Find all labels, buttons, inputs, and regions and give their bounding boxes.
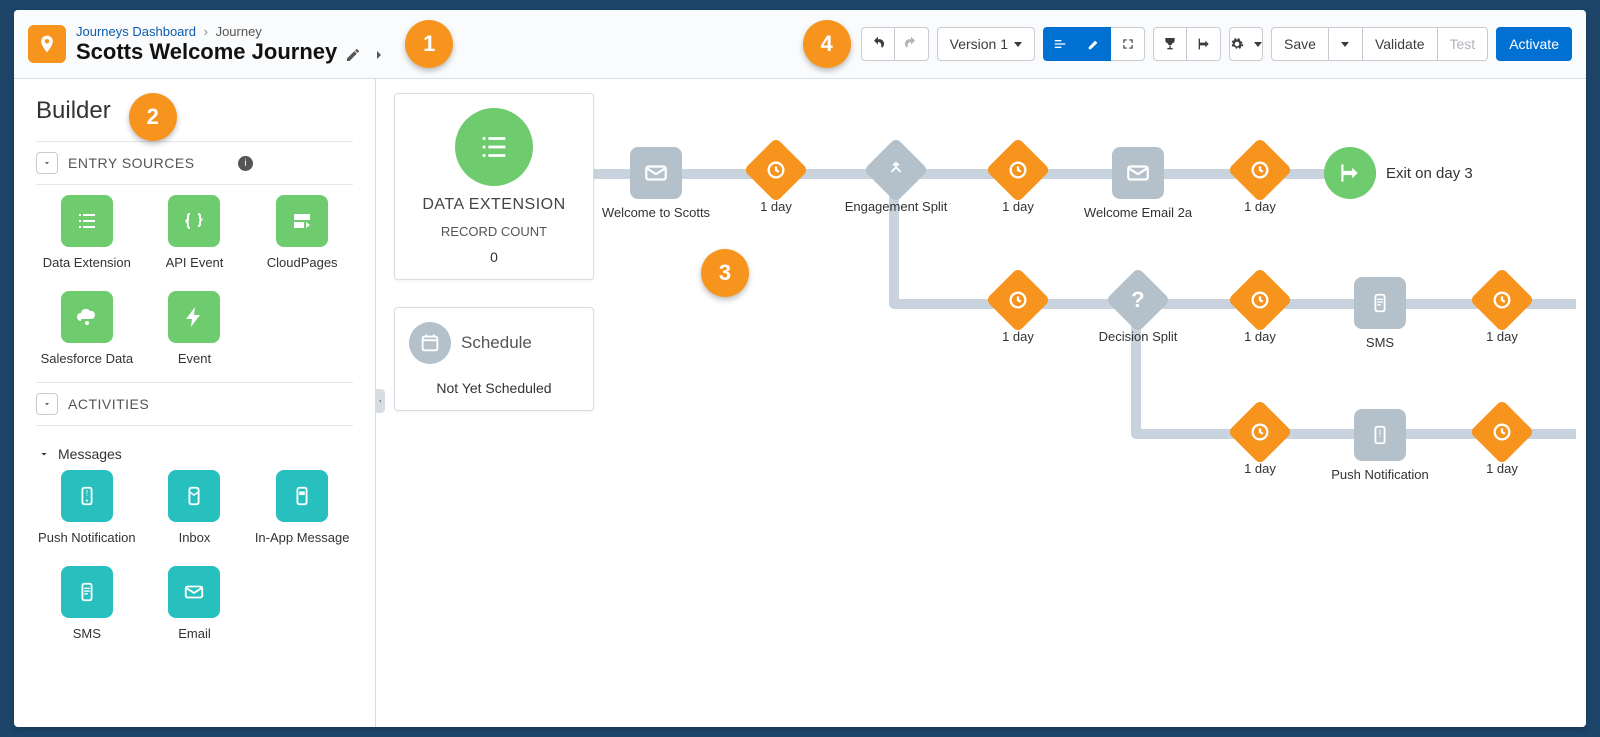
inapp-icon: [276, 470, 328, 522]
expand-button[interactable]: [1111, 27, 1145, 61]
clock-icon: [1469, 399, 1534, 464]
push-icon: !: [1354, 409, 1406, 461]
palette-api-event[interactable]: API Event: [144, 195, 246, 271]
palette-cloudpages[interactable]: CloudPages: [251, 195, 353, 271]
svg-text:!: !: [86, 489, 88, 498]
activities-toggle[interactable]: [36, 393, 58, 415]
edit-title-icon[interactable]: [345, 43, 363, 61]
breadcrumb-leaf: Journey: [216, 24, 262, 39]
goal-button[interactable]: [1153, 27, 1187, 61]
exit-icon: [1324, 147, 1376, 199]
exit-criteria-button[interactable]: [1187, 27, 1221, 61]
node-wait-3a[interactable]: 1 day: [1200, 147, 1320, 215]
email-icon: [168, 566, 220, 618]
activities-header: ACTIVITIES: [68, 396, 149, 412]
palette-email[interactable]: Email: [144, 566, 246, 642]
save-dropdown-button[interactable]: [1329, 27, 1363, 61]
email-icon: [1112, 147, 1164, 199]
builder-title: Builder: [36, 97, 111, 125]
lightning-icon: [168, 291, 220, 343]
email-icon: [630, 147, 682, 199]
node-decision-split[interactable]: ? Decision Split: [1078, 277, 1198, 345]
node-wait-3c[interactable]: 1 day: [1200, 409, 1320, 477]
entry-sources-toggle[interactable]: [36, 152, 58, 174]
exit-label: Exit on day 3: [1386, 165, 1473, 182]
svg-text:!: !: [1378, 428, 1381, 440]
info-icon[interactable]: i: [238, 156, 253, 171]
view-mode-flow-button[interactable]: [1043, 27, 1077, 61]
inbox-icon: [168, 470, 220, 522]
palette-salesforce-data[interactable]: Salesforce Data: [36, 291, 138, 367]
settings-dropdown[interactable]: [1229, 27, 1263, 61]
clock-icon: [985, 137, 1050, 202]
chevron-down-icon: [1014, 42, 1022, 47]
annotation-4: 4: [803, 20, 851, 68]
node-wait-1[interactable]: 1 day: [716, 147, 836, 215]
test-button[interactable]: Test: [1438, 27, 1489, 61]
validate-button[interactable]: Validate: [1363, 27, 1438, 61]
engagement-split-icon: [863, 137, 928, 202]
node-push[interactable]: ! Push Notification: [1320, 409, 1440, 483]
clock-icon: [1227, 267, 1292, 332]
node-engagement-split[interactable]: Engagement Split: [836, 147, 956, 215]
clock-icon: [1227, 399, 1292, 464]
palette-push[interactable]: ! Push Notification: [36, 470, 138, 546]
node-sms[interactable]: SMS: [1320, 277, 1440, 351]
clock-icon: [985, 267, 1050, 332]
chevron-right-icon[interactable]: [371, 43, 389, 61]
palette-inbox[interactable]: Inbox: [144, 470, 246, 546]
node-email-2a[interactable]: Welcome Email 2a: [1078, 147, 1198, 221]
decision-split-icon: ?: [1105, 267, 1170, 332]
annotation-3: 3: [701, 249, 749, 297]
chevron-down-icon: [1341, 42, 1349, 47]
braces-icon: [168, 195, 220, 247]
edit-mode-button[interactable]: [1077, 27, 1111, 61]
list-icon: [61, 195, 113, 247]
sms-icon: [61, 566, 113, 618]
save-button[interactable]: Save: [1271, 27, 1329, 61]
journey-canvas[interactable]: DATA EXTENSION RECORD COUNT 0 Schedule N…: [376, 79, 1586, 727]
clock-icon: [1469, 267, 1534, 332]
cloudpages-icon: [276, 195, 328, 247]
page-title: Scotts Welcome Journey: [76, 39, 337, 65]
messages-toggle[interactable]: Messages: [36, 436, 353, 470]
palette-event[interactable]: Event: [144, 291, 246, 367]
calendar-icon: [409, 322, 451, 364]
clock-icon: [1227, 137, 1292, 202]
node-email-welcome[interactable]: Welcome to Scotts: [596, 147, 716, 221]
schedule-card[interactable]: Schedule Not Yet Scheduled: [394, 307, 594, 411]
breadcrumb-root-link[interactable]: Journeys Dashboard: [76, 24, 196, 39]
node-wait-2b[interactable]: 1 day: [958, 277, 1078, 345]
undo-button[interactable]: [861, 27, 895, 61]
node-wait-2a[interactable]: 1 day: [958, 147, 1078, 215]
cloud-icon: [61, 291, 113, 343]
annotation-2: 2: [129, 93, 177, 141]
collapse-sidebar-button[interactable]: [376, 389, 385, 413]
builder-sidebar: Builder 2 ENTRY SOURCES i Data Extension: [14, 79, 376, 727]
node-wait-3b[interactable]: 1 day: [1200, 277, 1320, 345]
sms-icon: [1354, 277, 1406, 329]
palette-data-extension[interactable]: Data Extension: [36, 195, 138, 271]
activate-button[interactable]: Activate: [1496, 27, 1572, 61]
clock-icon: [743, 137, 808, 202]
entry-source-card[interactable]: DATA EXTENSION RECORD COUNT 0: [394, 93, 594, 280]
palette-inapp[interactable]: In-App Message: [251, 470, 353, 546]
push-icon: !: [61, 470, 113, 522]
breadcrumb: Journeys Dashboard › Journey Scotts Welc…: [76, 24, 389, 65]
node-exit[interactable]: [1320, 147, 1380, 199]
palette-sms[interactable]: SMS: [36, 566, 138, 642]
annotation-1: 1: [405, 20, 453, 68]
node-wait-4b[interactable]: 1 day: [1442, 277, 1562, 345]
list-icon: [455, 108, 533, 186]
journey-icon: [28, 25, 66, 63]
node-wait-4c[interactable]: 1 day: [1442, 409, 1562, 477]
entry-sources-header: ENTRY SOURCES: [68, 155, 195, 171]
redo-button[interactable]: [895, 27, 929, 61]
chevron-down-icon: [1254, 42, 1262, 47]
version-dropdown[interactable]: Version 1: [937, 27, 1035, 61]
